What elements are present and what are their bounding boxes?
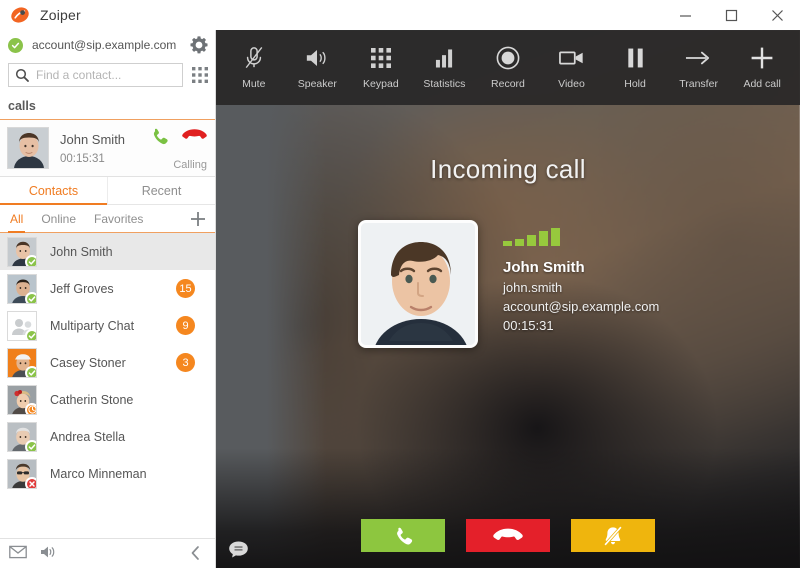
contact-name: Andrea Stella bbox=[50, 429, 126, 444]
search-box[interactable] bbox=[8, 63, 183, 87]
list-item[interactable]: Marco Minneman bbox=[0, 455, 215, 492]
account-row[interactable]: account@sip.example.com bbox=[0, 30, 215, 60]
avatar bbox=[7, 458, 37, 489]
presence-online-icon bbox=[25, 365, 36, 377]
gear-icon[interactable] bbox=[189, 35, 209, 55]
unread-badge: 3 bbox=[176, 353, 195, 372]
search-input[interactable] bbox=[36, 68, 176, 82]
account-name: account@sip.example.com bbox=[32, 38, 177, 52]
phone-icon bbox=[397, 527, 413, 545]
active-call-duration: 00:15:31 bbox=[60, 152, 105, 165]
close-button[interactable] bbox=[754, 0, 800, 30]
silence-ringtone-button[interactable] bbox=[571, 519, 655, 552]
contact-name: Marco Minneman bbox=[50, 466, 147, 481]
contacts-filter-bar: All Online Favorites bbox=[0, 205, 215, 233]
keypad-icon[interactable] bbox=[191, 66, 209, 84]
avatar bbox=[7, 347, 37, 378]
chat-bubble-icon bbox=[228, 541, 248, 557]
filter-online[interactable]: Online bbox=[41, 205, 76, 233]
peer-avatar bbox=[358, 220, 478, 348]
peer-duration: 00:15:31 bbox=[503, 318, 554, 333]
presence-online-icon bbox=[25, 291, 36, 303]
list-item[interactable]: Multiparty Chat 9 bbox=[0, 307, 215, 344]
phone-hangup-icon bbox=[493, 528, 523, 540]
contacts-list[interactable]: John Smith Jeff Groves 15 Multiparty Cha… bbox=[0, 233, 215, 526]
call-action-buttons bbox=[216, 519, 800, 552]
list-item[interactable]: John Smith bbox=[0, 233, 215, 270]
contact-name: Casey Stoner bbox=[50, 355, 126, 370]
peer-block: John Smith john.smith account@sip.exampl… bbox=[358, 220, 659, 348]
status-bar bbox=[0, 538, 215, 568]
list-item[interactable]: Andrea Stella bbox=[0, 418, 215, 455]
answer-call-icon[interactable] bbox=[149, 126, 170, 152]
zoiper-window: Zoiper account@sip.example.com Find a co… bbox=[0, 0, 800, 568]
search-icon bbox=[15, 68, 29, 82]
sidebar: account@sip.example.com Find a contact..… bbox=[0, 30, 216, 568]
presence-away-icon bbox=[25, 402, 36, 414]
sidebar-tabs: Contacts Recent bbox=[0, 177, 215, 205]
calls-section-header: calls bbox=[8, 99, 36, 113]
decline-call-icon[interactable] bbox=[182, 128, 207, 149]
avatar bbox=[7, 273, 37, 304]
contact-name: Jeff Groves bbox=[50, 281, 114, 296]
active-call-status: Calling bbox=[173, 158, 207, 171]
tab-recent[interactable]: Recent bbox=[107, 177, 215, 204]
active-call-controls: Calling bbox=[149, 126, 207, 171]
signal-strength-icon bbox=[503, 228, 659, 246]
unread-badge: 15 bbox=[176, 279, 195, 298]
call-headline: Incoming call bbox=[430, 154, 586, 184]
call-panel: Mute Speaker Keypad Statistics Record Vi… bbox=[216, 30, 800, 568]
contact-name: Catherin Stone bbox=[50, 392, 134, 407]
list-item[interactable]: Casey Stoner 3 bbox=[0, 344, 215, 381]
volume-speaker-icon[interactable] bbox=[39, 545, 57, 563]
answer-button[interactable] bbox=[361, 519, 445, 552]
active-call-row[interactable]: John Smith 00:15:31 Calling bbox=[0, 119, 215, 177]
maximize-button[interactable] bbox=[708, 0, 754, 30]
contact-name: Multiparty Chat bbox=[50, 318, 135, 333]
peer-account: account@sip.example.com bbox=[503, 299, 660, 314]
peer-info: John Smith john.smith account@sip.exampl… bbox=[503, 220, 659, 333]
active-call-info: John Smith 00:15:31 bbox=[60, 132, 149, 165]
avatar bbox=[7, 236, 37, 267]
account-status-icon bbox=[8, 37, 23, 53]
bell-muted-icon bbox=[603, 525, 623, 546]
unread-badge: 9 bbox=[176, 316, 195, 335]
collapse-chevron-left-icon[interactable] bbox=[189, 545, 207, 563]
app-logo-icon bbox=[10, 5, 30, 25]
call-center-content: Incoming call John Smith john.smith acco… bbox=[216, 30, 800, 568]
active-call-name: John Smith bbox=[60, 131, 126, 147]
avatar bbox=[7, 384, 37, 415]
contact-name: John Smith bbox=[50, 244, 113, 259]
window-title: Zoiper bbox=[40, 7, 81, 23]
title-bar: Zoiper bbox=[0, 0, 800, 30]
minimize-button[interactable] bbox=[662, 0, 708, 30]
avatar bbox=[7, 421, 37, 452]
active-call-avatar bbox=[7, 127, 49, 169]
presence-online-icon bbox=[25, 328, 36, 340]
filter-favorites[interactable]: Favorites bbox=[94, 205, 143, 233]
active-call-buttons bbox=[149, 126, 207, 152]
voicemail-envelope-icon[interactable] bbox=[9, 545, 27, 563]
peer-name: John Smith bbox=[503, 259, 585, 276]
list-item[interactable]: Catherin Stone bbox=[0, 381, 215, 418]
list-item[interactable]: Jeff Groves 15 bbox=[0, 270, 215, 307]
decline-button[interactable] bbox=[466, 519, 550, 552]
tab-contacts[interactable]: Contacts bbox=[0, 177, 107, 205]
add-contact-icon[interactable] bbox=[189, 210, 207, 228]
search-row bbox=[0, 60, 215, 90]
avatar bbox=[7, 310, 37, 341]
presence-online-icon bbox=[25, 439, 36, 451]
presence-offline-icon bbox=[25, 476, 36, 488]
peer-username: john.smith bbox=[503, 280, 563, 295]
chat-button[interactable] bbox=[216, 530, 260, 568]
presence-online-icon bbox=[25, 254, 36, 266]
filter-all[interactable]: All bbox=[7, 205, 26, 233]
